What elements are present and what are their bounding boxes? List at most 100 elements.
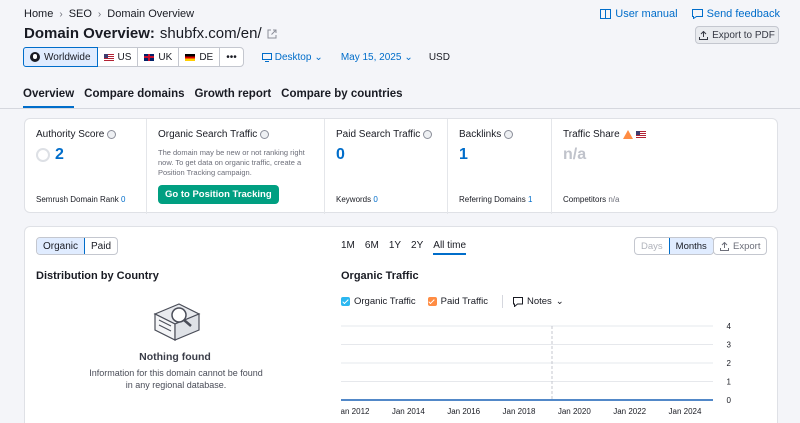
period-1y[interactable]: 1Y	[389, 240, 401, 255]
metric-value[interactable]: 0	[336, 146, 436, 164]
export-button[interactable]: Export	[713, 237, 768, 255]
metric-value[interactable]: 2	[36, 146, 135, 164]
export-pdf-label: Export to PDF	[712, 29, 775, 41]
user-manual-label: User manual	[615, 8, 678, 20]
y-tick-label: 1	[727, 378, 732, 387]
user-manual-link[interactable]: User manual	[600, 8, 678, 20]
metric-label: Paid Search Traffic	[336, 129, 436, 140]
period-all-time[interactable]: All time	[433, 240, 467, 255]
date-dropdown[interactable]: May 15, 2025 ⌄	[341, 52, 413, 63]
info-icon[interactable]	[260, 130, 270, 139]
currency-label: USD	[428, 51, 450, 63]
metric-authority-score: Authority Score 2 Semrush Domain Rank 0	[25, 119, 147, 214]
x-tick-label: Jan 2014	[392, 407, 425, 416]
uk-flag-icon	[144, 53, 155, 61]
geo-more-button[interactable]: •••	[220, 48, 243, 66]
metric-footer-value[interactable]: 0	[373, 195, 377, 204]
traffic-card: Organic Paid 1M 6M 1Y 2Y All time Days M…	[24, 226, 778, 423]
x-tick-label: Jan 2012	[341, 407, 370, 416]
metric-paid-traffic: Paid Search Traffic 0 Keywords 0	[325, 119, 448, 214]
feedback-icon	[691, 9, 703, 19]
geo-tab-worldwide[interactable]: Worldwide	[23, 47, 98, 67]
metric-traffic-share: Traffic Share n/a Competitors n/a	[552, 119, 778, 214]
tab-compare-by-countries[interactable]: Compare by countries	[281, 88, 402, 108]
chevron-right-icon: ›	[59, 8, 63, 20]
page-title: Domain Overview: shubfx.com/en/	[24, 25, 277, 42]
granularity-toggle: Days Months	[634, 237, 714, 255]
metric-backlinks: Backlinks 1 Referring Domains 1	[448, 119, 552, 214]
metric-label-text: Backlinks	[459, 129, 502, 140]
date-label: May 15, 2025	[340, 51, 402, 63]
legend-paid[interactable]: Paid Traffic	[427, 296, 488, 307]
metric-label-text: Authority Score	[36, 129, 105, 140]
metric-footer: Semrush Domain Rank 0	[36, 195, 125, 204]
us-flag-icon	[103, 53, 114, 61]
chevron-down-icon: ⌄	[404, 51, 413, 63]
notes-dropdown[interactable]: Notes ⌄	[512, 296, 564, 307]
info-icon[interactable]	[107, 130, 117, 139]
granularity-months[interactable]: Months	[668, 238, 713, 254]
geo-tab-de[interactable]: DE	[179, 48, 221, 66]
empty-search-illustration	[153, 303, 201, 341]
geo-tab-us[interactable]: US	[98, 48, 139, 66]
upload-icon	[720, 241, 729, 251]
legend-organic-label: Organic Traffic	[354, 296, 416, 307]
tab-compare-domains[interactable]: Compare domains	[84, 88, 184, 108]
checkbox-icon	[427, 297, 437, 306]
metric-footer-label: Competitors	[563, 195, 607, 204]
device-dropdown[interactable]: Desktop ⌄	[261, 51, 323, 63]
toggle-paid[interactable]: Paid	[85, 238, 117, 254]
upload-icon	[699, 30, 709, 40]
period-selector: 1M 6M 1Y 2Y All time	[341, 240, 467, 255]
info-icon[interactable]	[504, 130, 514, 139]
legend-paid-label: Paid Traffic	[440, 296, 488, 307]
top-actions: User manual Send feedback	[600, 8, 780, 20]
device-label: Desktop	[274, 51, 312, 63]
geo-tab-label: Worldwide	[44, 51, 91, 63]
metric-organic-traffic: Organic Search Traffic The domain may be…	[147, 119, 325, 214]
send-feedback-link[interactable]: Send feedback	[691, 8, 780, 20]
metric-footer: Referring Domains 1	[459, 195, 532, 204]
geo-tab-uk[interactable]: UK	[138, 48, 180, 66]
granularity-days[interactable]: Days	[635, 238, 669, 254]
breadcrumb-seo[interactable]: SEO	[69, 8, 92, 20]
breadcrumb-home[interactable]: Home	[24, 8, 53, 20]
info-icon[interactable]	[423, 130, 433, 139]
metric-footer: Keywords 0	[336, 195, 378, 204]
breadcrumb-current: Domain Overview	[107, 8, 195, 20]
nothing-found-description: Information for this domain cannot be fo…	[89, 368, 263, 390]
metric-footer-value[interactable]: 1	[528, 195, 532, 204]
metric-label: Authority Score	[36, 129, 135, 140]
x-tick-label: Jan 2016	[447, 407, 480, 416]
metric-footer-value[interactable]: 0	[121, 195, 125, 204]
de-flag-icon	[185, 53, 196, 61]
book-icon	[600, 9, 612, 19]
metric-label: Backlinks	[459, 129, 540, 140]
export-pdf-button[interactable]: Export to PDF	[695, 26, 779, 44]
toggle-organic[interactable]: Organic	[37, 238, 86, 254]
external-link-icon[interactable]	[267, 29, 277, 39]
metric-label: Organic Search Traffic	[158, 129, 313, 140]
tab-overview[interactable]: Overview	[23, 88, 75, 108]
metric-footer-value: n/a	[608, 195, 620, 204]
organic-paid-toggle: Organic Paid	[36, 237, 119, 255]
period-2y[interactable]: 2Y	[411, 240, 423, 255]
geo-tab-label: US	[117, 51, 132, 63]
go-to-position-tracking-button[interactable]: Go to Position Tracking	[158, 185, 279, 204]
notes-label: Notes	[526, 296, 552, 307]
legend-organic[interactable]: Organic Traffic	[341, 296, 416, 307]
metric-footer-label: Referring Domains	[459, 195, 526, 204]
nothing-found-title: Nothing found	[139, 351, 211, 363]
globe-icon	[30, 52, 40, 62]
period-1m[interactable]: 1M	[341, 240, 355, 255]
x-tick-label: Jan 2024	[669, 407, 702, 416]
y-tick-label: 3	[727, 341, 732, 350]
filter-bar: Worldwide US UK DE ••• Desktop ⌄ May 15,…	[23, 47, 450, 67]
tab-growth-report[interactable]: Growth report	[194, 88, 271, 108]
warning-icon[interactable]	[622, 130, 633, 139]
report-tabs: Overview Compare domains Growth report C…	[23, 88, 403, 108]
period-6m[interactable]: 6M	[365, 240, 379, 255]
metric-value[interactable]: 1	[459, 146, 540, 164]
metric-value-text: n/a	[563, 146, 587, 163]
chevron-down-icon: ⌄	[314, 51, 323, 63]
